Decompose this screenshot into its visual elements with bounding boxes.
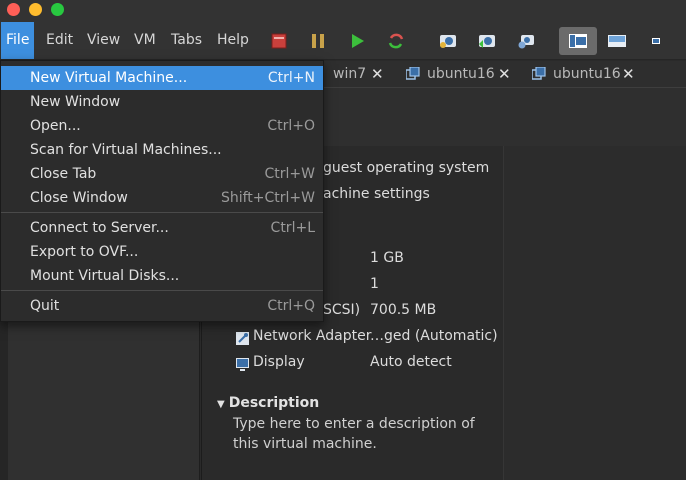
tab-label: win7: [333, 66, 367, 82]
right-panel: [503, 146, 686, 480]
fullscreen-icon: [608, 35, 626, 47]
window-close-button[interactable]: [7, 3, 20, 16]
menu-item-label: New Window: [30, 94, 121, 110]
menu-item-mount-virtual-disks[interactable]: Mount Virtual Disks...: [1, 264, 323, 288]
menu-tabs[interactable]: Tabs: [166, 22, 207, 59]
vm-icon: [532, 67, 546, 80]
display-icon: [236, 358, 249, 371]
menu-item-label: Close Window: [30, 190, 128, 206]
menu-help[interactable]: Help: [212, 22, 254, 59]
fullscreen-button[interactable]: [598, 27, 636, 55]
hard-disk-value: 700.5 MB: [370, 302, 437, 318]
menu-vm[interactable]: VM: [129, 22, 161, 59]
pause-icon: [312, 34, 324, 48]
device-name: Network Adapter: [253, 328, 372, 344]
menu-view[interactable]: View: [82, 22, 125, 59]
processors-value: 1: [370, 276, 379, 292]
network-adapter-icon: [236, 332, 249, 345]
unity-button[interactable]: [637, 27, 675, 55]
window-maximize-button[interactable]: [51, 3, 64, 16]
menu-item-label: Mount Virtual Disks...: [30, 268, 180, 284]
menu-item-export-to-ovf[interactable]: Export to OVF...: [1, 240, 323, 264]
unity-icon: [652, 38, 660, 44]
description-heading[interactable]: ▼ Description: [217, 395, 319, 411]
manage-snapshots-button[interactable]: [515, 30, 537, 52]
play-icon: [352, 34, 364, 48]
menu-item-shortcut: Ctrl+Q: [267, 298, 315, 314]
restart-button[interactable]: [385, 30, 407, 52]
menu-item-close-tab[interactable]: Close Tab Ctrl+W: [1, 162, 323, 186]
menu-item-label: Close Tab: [30, 166, 97, 182]
window-minimize-button[interactable]: [29, 3, 42, 16]
device-name: Display: [253, 354, 305, 370]
console-view-button[interactable]: [559, 27, 597, 55]
menu-item-scan-for-virtual-machines[interactable]: Scan for Virtual Machines...: [1, 138, 323, 162]
hard-disk-label: SCSI): [323, 302, 361, 318]
stop-button[interactable]: [268, 30, 290, 52]
snapshot-button[interactable]: [437, 30, 459, 52]
tab-label: ubuntu16: [427, 66, 495, 82]
power-on-command[interactable]: guest operating system: [323, 160, 489, 176]
menu-separator: [1, 290, 323, 291]
window-titlebar: [0, 0, 686, 22]
menu-separator: [1, 212, 323, 213]
console-view-icon: [569, 34, 587, 48]
vm-icon: [406, 67, 420, 80]
menu-item-label: Scan for Virtual Machines...: [30, 142, 222, 158]
tab-label: ubuntu16: [553, 66, 621, 82]
menu-item-quit[interactable]: Quit Ctrl+Q: [1, 294, 323, 318]
close-tab-icon[interactable]: ✕: [371, 61, 384, 87]
tab-win7[interactable]: win7 ✕: [333, 61, 384, 88]
close-tab-icon[interactable]: ✕: [498, 61, 511, 87]
collapse-arrow-icon: ▼: [217, 399, 225, 410]
restart-icon: [388, 33, 404, 49]
menu-edit[interactable]: Edit: [41, 22, 78, 59]
edit-settings-command[interactable]: achine settings: [323, 186, 430, 202]
close-tab-icon[interactable]: ✕: [622, 61, 635, 87]
menu-item-new-virtual-machine[interactable]: New Virtual Machine... Ctrl+N: [1, 66, 323, 90]
stop-icon: [271, 33, 287, 49]
revert-snapshot-button[interactable]: [476, 30, 498, 52]
menu-file[interactable]: File: [1, 22, 35, 59]
device-value: Auto detect: [370, 354, 452, 370]
menu-item-shortcut: Ctrl+L: [270, 220, 315, 236]
menu-item-shortcut: Ctrl+N: [267, 70, 315, 86]
menu-item-open[interactable]: Open... Ctrl+O: [1, 114, 323, 138]
menu-item-close-window[interactable]: Close Window Shift+Ctrl+W: [1, 186, 323, 210]
menubar: File Edit View VM Tabs Help: [0, 22, 686, 60]
tab-ubuntu16[interactable]: ubuntu16 ✕: [406, 61, 511, 88]
device-row-network[interactable]: Network Adapter …ged (Automatic): [235, 328, 498, 352]
description-field[interactable]: Type here to enter a description of this…: [233, 414, 495, 454]
device-row-display[interactable]: Display Auto detect: [235, 354, 495, 378]
manage-snapshots-icon: [518, 35, 534, 49]
tab-ubuntu16-2[interactable]: ubuntu16 ✕: [532, 61, 635, 88]
menu-item-shortcut: Ctrl+O: [267, 118, 315, 134]
menu-item-label: New Virtual Machine...: [30, 70, 188, 86]
description-title: Description: [228, 395, 320, 411]
memory-value: 1 GB: [370, 250, 404, 266]
menu-item-shortcut: Ctrl+W: [264, 166, 315, 182]
snapshot-icon: [440, 35, 456, 48]
menu-item-label: Open...: [30, 118, 81, 134]
device-value: …ged (Automatic): [370, 328, 498, 344]
revert-snapshot-icon: [479, 35, 495, 48]
file-menu: New Virtual Machine... Ctrl+N New Window…: [0, 60, 324, 322]
play-button[interactable]: [346, 30, 368, 52]
menu-item-label: Export to OVF...: [30, 244, 139, 260]
menu-item-connect-to-server[interactable]: Connect to Server... Ctrl+L: [1, 216, 323, 240]
menu-item-new-window[interactable]: New Window: [1, 90, 323, 114]
pause-button[interactable]: [307, 30, 329, 52]
menu-item-label: Connect to Server...: [30, 220, 169, 236]
menu-item-shortcut: Shift+Ctrl+W: [220, 190, 315, 206]
menu-item-label: Quit: [30, 298, 60, 314]
